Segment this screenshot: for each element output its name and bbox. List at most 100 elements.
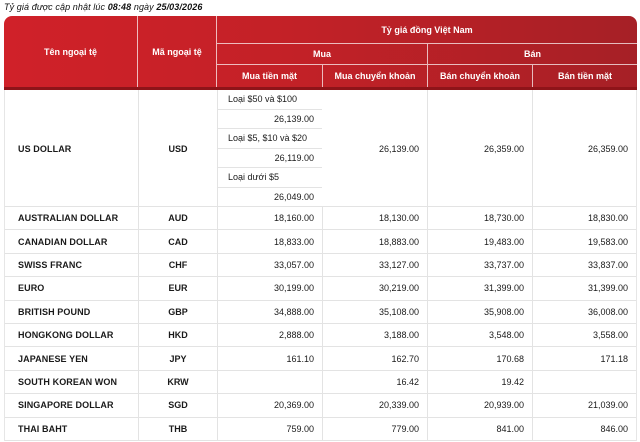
currency-name: CANADIAN DOLLAR — [18, 236, 108, 247]
sell-cash-value: 33,837.00 — [532, 253, 636, 277]
currency-code: CAD — [138, 230, 217, 253]
update-timestamp: Tỷ giá được cập nhật lúc 08:48 ngày 25/0… — [4, 2, 202, 12]
usd-tier-label: Loại dưới $5 — [218, 168, 322, 188]
sell-cash-value: 171.18 — [532, 347, 636, 370]
buy-cash-value: 34,888.00 — [217, 300, 322, 323]
sell-transfer-value: 31,399.00 — [427, 277, 532, 300]
buy-transfer-value: 18,130.00 — [322, 207, 427, 230]
table-row: JAPANESE YEN JPY 161.10 162.70 170.68 17… — [5, 347, 636, 371]
sell-transfer-value: 170.68 — [427, 347, 532, 370]
currency-name: US DOLLAR — [18, 143, 72, 154]
header-vnd-title: Tỷ giá đồng Việt Nam — [217, 16, 637, 44]
table-row: HONGKONG DOLLAR HKD 2,888.00 3,188.00 3,… — [5, 323, 636, 348]
buy-transfer-value: 18,883.00 — [322, 230, 427, 253]
currency-code: KRW — [138, 370, 217, 394]
currency-code: JPY — [138, 347, 217, 370]
usd-tier-value: 26,049.00 — [273, 192, 314, 203]
table-row: BRITISH POUND GBP 34,888.00 35,108.00 35… — [5, 300, 636, 324]
timestamp-prefix: Tỷ giá được cập nhật lúc — [4, 2, 106, 12]
sell-cash-value: 36,008.00 — [532, 300, 636, 323]
header-currency-name: Tên ngoại tệ — [4, 16, 138, 87]
table-row: SWISS FRANC CHF 33,057.00 33,127.00 33,7… — [5, 253, 636, 278]
table-row: CANADIAN DOLLAR CAD 18,833.00 18,883.00 … — [5, 230, 636, 254]
sell-cash-value: 26,359.00 — [532, 90, 636, 207]
sell-cash-value: 3,558.00 — [532, 323, 636, 347]
buy-cash-value: 18,833.00 — [217, 230, 322, 253]
buy-cash-value: 30,199.00 — [217, 277, 322, 300]
header-buy-cash: Mua tiền mặt — [241, 71, 297, 82]
header-subcolumns-band: Mua tiền mặt Mua chuyển khoản Bán chuyển… — [217, 65, 637, 87]
timestamp-middle: ngày — [133, 2, 154, 12]
currency-name: SWISS FRANC — [18, 259, 83, 270]
buy-transfer-value: 16.42 — [322, 370, 427, 394]
sell-transfer-value: 35,908.00 — [427, 300, 532, 323]
sell-transfer-value: 26,359.00 — [427, 90, 532, 207]
exchange-rate-table: Tên ngoại tệ Mã ngoại tệ Tỷ giá đồng Việ… — [4, 16, 637, 441]
currency-name: BRITISH POUND — [18, 306, 91, 317]
sell-transfer-value: 20,939.00 — [427, 394, 532, 417]
table-row: SINGAPORE DOLLAR SGD 20,369.00 20,339.00… — [5, 394, 636, 418]
currency-code: AUD — [138, 207, 217, 230]
buy-transfer-value: 35,108.00 — [322, 300, 427, 323]
buy-cash-value: 759.00 — [217, 417, 322, 440]
table-row: AUSTRALIAN DOLLAR AUD 18,160.00 18,130.0… — [5, 207, 636, 231]
currency-code: CHF — [138, 253, 217, 277]
buy-cash-value: 20,369.00 — [217, 394, 322, 417]
currency-name: AUSTRALIAN DOLLAR — [18, 213, 119, 224]
buy-cash-value: 2,888.00 — [217, 323, 322, 347]
currency-name: SOUTH KOREAN WON — [18, 376, 118, 387]
currency-code: GBP — [138, 300, 217, 323]
usd-tier-value: 26,119.00 — [218, 149, 322, 168]
table-row: THAI BAHT THB 759.00 779.00 841.00 846.0… — [5, 417, 636, 441]
buy-transfer-value: 162.70 — [322, 347, 427, 370]
table-row: EURO EUR 30,199.00 30,219.00 31,399.00 3… — [5, 277, 636, 301]
sell-transfer-value: 18,730.00 — [427, 207, 532, 230]
usd-tier-value: 26,139.00 — [218, 110, 322, 129]
buy-transfer-value: 26,139.00 — [378, 143, 419, 154]
currency-code: THB — [138, 417, 217, 440]
table-header: Tên ngoại tệ Mã ngoại tệ Tỷ giá đồng Việ… — [4, 16, 637, 90]
table-row-usd: US DOLLAR USD Loại $50 và $100 26,139.00… — [5, 90, 636, 207]
timestamp-time: 08:48 — [107, 2, 132, 12]
sell-transfer-value: 19,483.00 — [427, 230, 532, 253]
header-sell-cash: Bán tiền mặt — [532, 65, 637, 87]
buy-transfer-value: 20,339.00 — [322, 394, 427, 417]
sell-cash-value: 31,399.00 — [532, 277, 636, 300]
usd-tier-label: Loại $50 và $100 — [218, 90, 322, 110]
buy-cash-value — [217, 370, 322, 394]
buy-cash-value: 18,160.00 — [217, 207, 322, 230]
currency-name: JAPANESE YEN — [18, 353, 88, 364]
buy-transfer-value: 33,127.00 — [322, 253, 427, 277]
usd-cash-tiers: Loại $50 và $100 26,139.00 Loại $5, $10 … — [217, 90, 322, 207]
header-buy-sell-band: Mua Bán — [217, 44, 637, 65]
table-body: US DOLLAR USD Loại $50 và $100 26,139.00… — [4, 90, 637, 441]
currency-name: EURO — [18, 283, 45, 294]
currency-code: EUR — [138, 277, 217, 300]
sell-cash-value: 18,830.00 — [532, 207, 636, 230]
buy-transfer-value: 779.00 — [322, 417, 427, 440]
currency-name: SINGAPORE DOLLAR — [18, 400, 114, 411]
sell-cash-value: 846.00 — [532, 417, 636, 440]
sell-cash-value — [532, 370, 636, 394]
buy-cash-value: 33,057.00 — [217, 253, 322, 277]
currency-name: THAI BAHT — [18, 423, 68, 434]
sell-transfer-value: 33,737.00 — [427, 253, 532, 277]
buy-cash-value: 161.10 — [217, 347, 322, 370]
usd-tier-label: Loại $5, $10 và $20 — [218, 129, 322, 149]
sell-cash-value: 19,583.00 — [532, 230, 636, 253]
sell-transfer-value: 841.00 — [427, 417, 532, 440]
header-sell: Bán — [427, 44, 637, 64]
sell-transfer-value: 3,548.00 — [427, 323, 532, 347]
timestamp-date: 25/03/2026 — [156, 2, 203, 12]
header-buy-transfer: Mua chuyển khoản — [322, 65, 427, 87]
buy-transfer-value: 30,219.00 — [322, 277, 427, 300]
currency-name: HONGKONG DOLLAR — [18, 330, 114, 341]
header-buy: Mua — [313, 49, 331, 59]
header-currency-code: Mã ngoại tệ — [138, 16, 217, 87]
currency-code: SGD — [138, 394, 217, 417]
sell-cash-value: 21,039.00 — [532, 394, 636, 417]
currency-code: HKD — [138, 323, 217, 347]
buy-transfer-value: 3,188.00 — [322, 323, 427, 347]
header-vnd-group: Tỷ giá đồng Việt Nam Mua Bán Mua tiền mặ… — [217, 16, 637, 87]
sell-transfer-value: 19.42 — [427, 370, 532, 394]
